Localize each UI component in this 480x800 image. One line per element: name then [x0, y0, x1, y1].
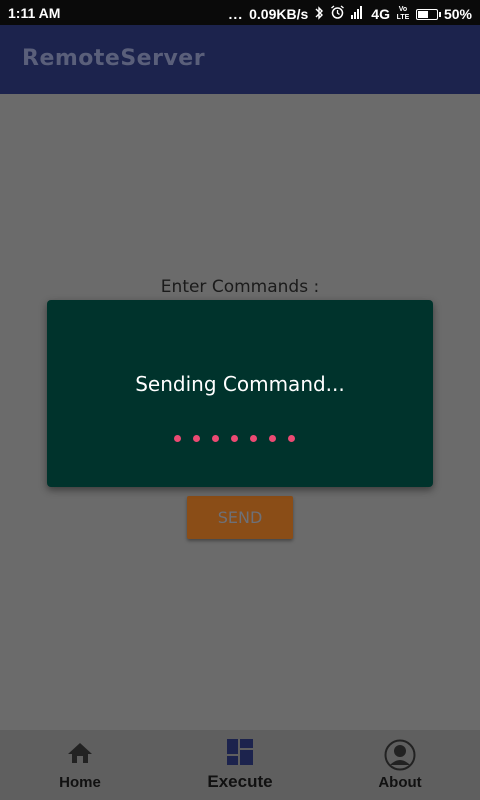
- loading-dot: [250, 435, 257, 442]
- status-time: 1:11 AM: [8, 5, 61, 21]
- loading-dots: [174, 435, 295, 442]
- nav-label-execute: Execute: [207, 772, 273, 791]
- commands-label: Enter Commands :: [160, 277, 320, 297]
- app-bar: RemoteServer: [0, 25, 480, 94]
- nav-item-execute[interactable]: Execute: [160, 730, 320, 800]
- app-title: RemoteServer: [22, 46, 206, 71]
- status-bar: 1:11 AM ... 0.09KB/s 4G Vo LTE 50%: [0, 0, 480, 25]
- status-right-group: ... 0.09KB/s 4G Vo LTE 50%: [228, 5, 472, 23]
- progress-dialog: Sending Command...: [47, 300, 433, 487]
- dialog-message: Sending Command...: [135, 372, 345, 396]
- volte-badge: Vo LTE: [396, 6, 410, 21]
- loading-dot: [174, 435, 181, 442]
- loading-dot: [231, 435, 238, 442]
- bottom-nav: Home Execute About: [0, 730, 480, 800]
- nav-item-about[interactable]: About: [320, 730, 480, 800]
- status-speed: 0.09KB/s: [249, 6, 309, 22]
- nav-label-about: About: [378, 774, 422, 791]
- loading-dot: [269, 435, 276, 442]
- bluetooth-icon: [314, 5, 324, 23]
- loading-dot: [212, 435, 219, 442]
- signal-icon: [351, 6, 365, 22]
- send-button[interactable]: SEND: [187, 496, 293, 539]
- home-icon: [67, 742, 93, 769]
- battery-percent: 50%: [443, 6, 472, 22]
- loading-dot: [193, 435, 200, 442]
- network-type: 4G: [371, 6, 390, 22]
- nav-item-home[interactable]: Home: [0, 730, 160, 800]
- dashboard-icon: [227, 739, 253, 770]
- alarm-icon: [330, 5, 345, 23]
- status-dots: ...: [228, 6, 244, 22]
- account-icon: [384, 739, 416, 776]
- nav-label-home: Home: [59, 774, 101, 791]
- loading-dot: [288, 435, 295, 442]
- battery-charging-icon: [415, 8, 441, 20]
